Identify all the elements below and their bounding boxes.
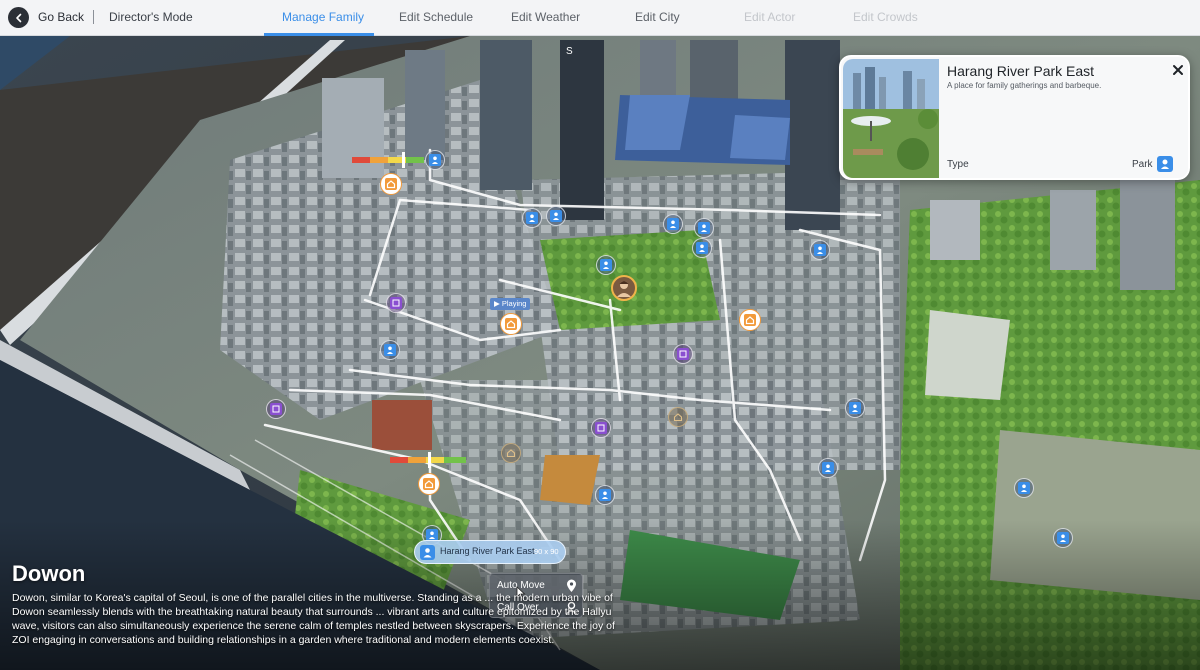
person-marker-icon[interactable] <box>663 214 683 234</box>
home-marker-dim-icon[interactable] <box>501 443 521 463</box>
person-marker-icon[interactable] <box>595 485 615 505</box>
person-marker-icon[interactable] <box>845 398 865 418</box>
tab-edit-crowds: Edit Crowds <box>853 10 918 24</box>
compass-label: S <box>566 46 573 57</box>
shop-marker-icon[interactable] <box>591 418 611 438</box>
chevron-left-icon <box>15 13 21 22</box>
person-marker-icon[interactable] <box>692 238 712 258</box>
shop-marker-icon[interactable] <box>673 344 693 364</box>
park-icon <box>1157 156 1173 172</box>
shop-marker-icon[interactable] <box>266 399 286 419</box>
tab-edit-schedule[interactable]: Edit Schedule <box>399 10 473 24</box>
location-subtitle: A place for family gatherings and barbeq… <box>947 81 1102 90</box>
person-marker-icon[interactable] <box>596 255 616 275</box>
person-marker-icon[interactable] <box>810 240 830 260</box>
tab-edit-city[interactable]: Edit City <box>635 10 680 24</box>
home-marker-icon[interactable] <box>418 473 440 495</box>
home-marker-icon[interactable] <box>500 313 522 335</box>
person-marker-icon[interactable] <box>522 208 542 228</box>
tab-edit-actor: Edit Actor <box>744 10 796 24</box>
back-button[interactable] <box>8 7 29 28</box>
city-title: Dowon <box>12 561 86 586</box>
person-marker-icon[interactable] <box>694 218 714 238</box>
person-marker-icon[interactable] <box>380 340 400 360</box>
back-label[interactable]: Go Back <box>38 10 84 24</box>
city-description: Dowon, similar to Korea's capital of Seo… <box>12 592 615 646</box>
close-icon[interactable] <box>1171 63 1185 77</box>
shop-marker-icon[interactable] <box>386 293 406 313</box>
location-info-card: Harang River Park East A place for famil… <box>839 55 1190 180</box>
home-marker-icon[interactable] <box>739 309 761 331</box>
person-icon <box>420 545 435 560</box>
type-value: Park <box>1132 159 1153 170</box>
tab-manage-family[interactable]: Manage Family <box>282 10 364 24</box>
home-marker-icon[interactable] <box>380 173 402 195</box>
active-tab-indicator <box>264 33 374 36</box>
location-title: Harang River Park East <box>947 63 1095 79</box>
person-marker-icon[interactable] <box>818 458 838 478</box>
avatar[interactable] <box>611 275 637 301</box>
playing-tag: ▶ Playing <box>490 298 531 310</box>
person-marker-icon[interactable] <box>546 206 566 226</box>
home-marker-dim-icon[interactable] <box>668 407 688 427</box>
location-pill-name: Harang River Park East <box>440 546 535 556</box>
mode-label: Director's Mode <box>109 10 193 24</box>
person-marker-icon[interactable] <box>1053 528 1073 548</box>
location-thumbnail <box>843 59 939 178</box>
top-nav-bar: Go Back Director's Mode Manage Family Ed… <box>0 0 1200 36</box>
type-label: Type <box>947 159 969 170</box>
person-marker-icon[interactable] <box>1014 478 1034 498</box>
nav-divider <box>93 10 94 24</box>
tab-edit-weather[interactable]: Edit Weather <box>511 10 580 24</box>
person-marker-icon[interactable] <box>425 150 445 170</box>
location-pill-size: 90 x 90 <box>534 547 559 556</box>
location-pill[interactable]: Harang River Park East 90 x 90 <box>414 540 566 564</box>
